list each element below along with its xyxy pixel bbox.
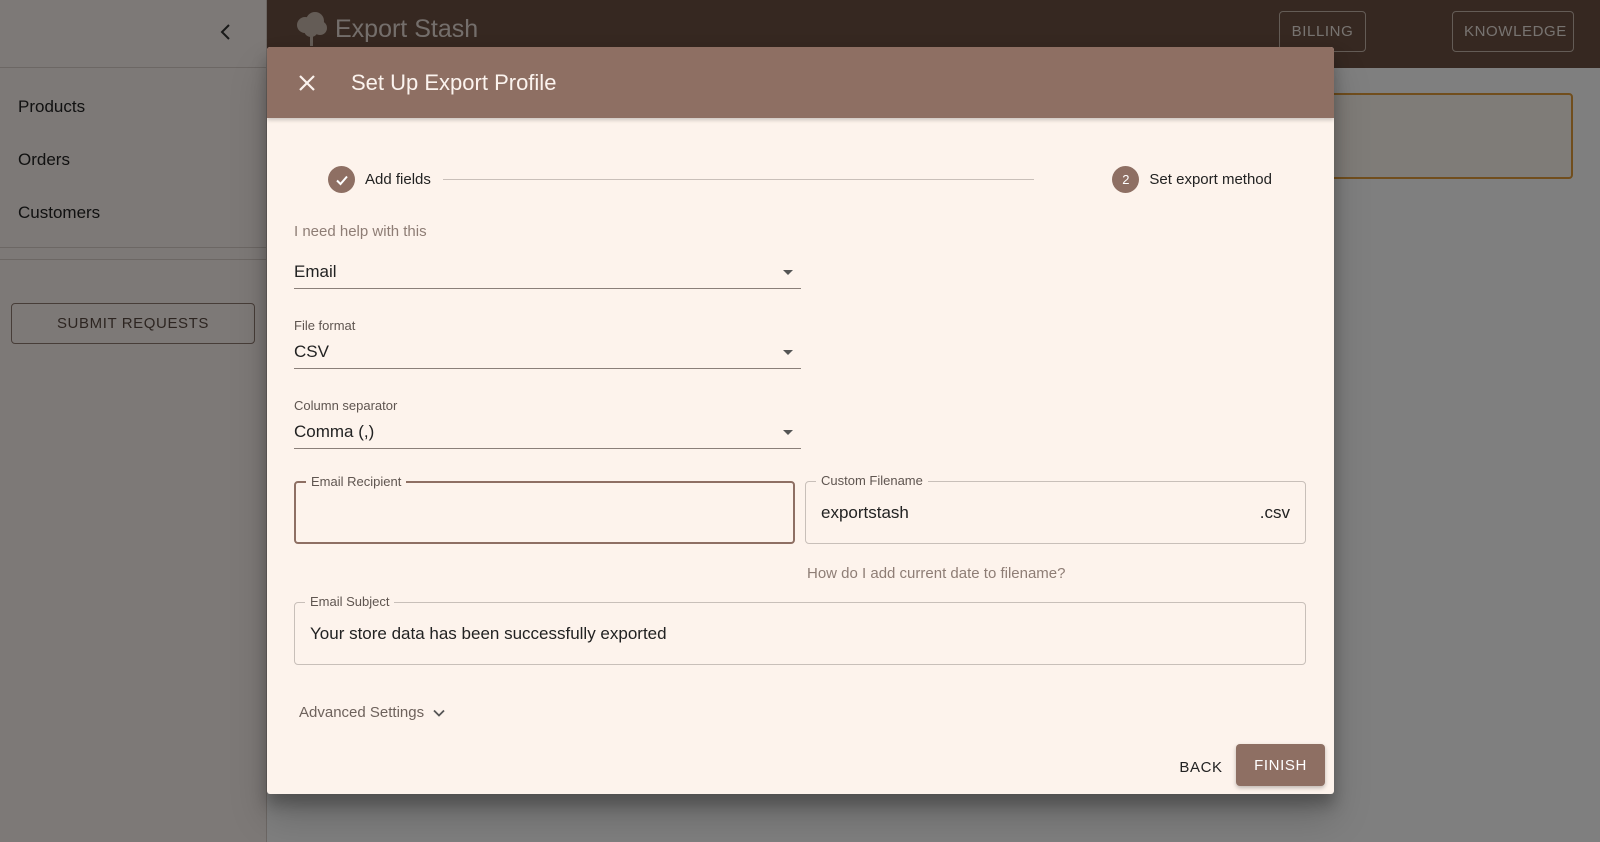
email-recipient-field[interactable]: Email Recipient [294, 474, 795, 544]
select-label: Column separator [294, 398, 398, 413]
dialog-title: Set Up Export Profile [351, 69, 557, 95]
select-value: CSV [294, 342, 329, 361]
select-row[interactable]: Comma (,) [294, 416, 801, 449]
stepper: Add fields 2 Set export method [328, 166, 1272, 194]
dialog-header: Set Up Export Profile [267, 47, 1334, 118]
custom-filename-input[interactable] [821, 482, 1245, 543]
step-set-export-method[interactable]: 2 Set export method [1112, 166, 1272, 193]
help-link[interactable]: I need help with this [294, 223, 427, 240]
column-separator-select[interactable]: Column separator Comma (,) [294, 398, 801, 449]
file-format-select[interactable]: File format CSV [294, 318, 801, 369]
check-icon [335, 175, 348, 185]
filename-suffix: .csv [1259, 503, 1290, 522]
close-icon [299, 74, 315, 91]
dropdown-caret-icon [783, 269, 793, 275]
chevron-down-icon [433, 709, 445, 717]
stepper-connector [443, 179, 1034, 180]
select-row[interactable]: Email [294, 256, 801, 289]
step-add-fields[interactable]: Add fields [328, 166, 431, 193]
advanced-settings-toggle[interactable]: Advanced Settings [299, 704, 446, 721]
export-method-select[interactable]: Email [294, 256, 801, 289]
select-value: Comma (,) [294, 422, 375, 441]
dropdown-caret-icon [783, 429, 793, 435]
step-label: Set export method [1149, 171, 1272, 188]
step-number: 2 [1112, 166, 1140, 193]
step-label: Add fields [365, 171, 431, 188]
email-recipient-input[interactable] [311, 483, 778, 542]
export-profile-dialog: Set Up Export Profile Add fields 2 Set e… [267, 47, 1334, 794]
email-subject-input[interactable] [310, 603, 1290, 664]
email-subject-field[interactable]: Email Subject [294, 594, 1306, 665]
finish-button[interactable]: FINISH [1236, 744, 1325, 786]
select-value: Email [294, 262, 337, 281]
select-row[interactable]: CSV [294, 336, 801, 369]
filename-date-help-link[interactable]: How do I add current date to filename? [807, 565, 1066, 582]
dropdown-caret-icon [783, 349, 793, 355]
close-dialog-button[interactable] [287, 63, 327, 103]
advanced-settings-label: Advanced Settings [299, 704, 425, 721]
select-label: File format [294, 318, 356, 333]
step-completed-indicator [328, 166, 355, 193]
custom-filename-field[interactable]: Custom Filename .csv [805, 473, 1306, 544]
back-button[interactable]: BACK [1170, 747, 1232, 787]
